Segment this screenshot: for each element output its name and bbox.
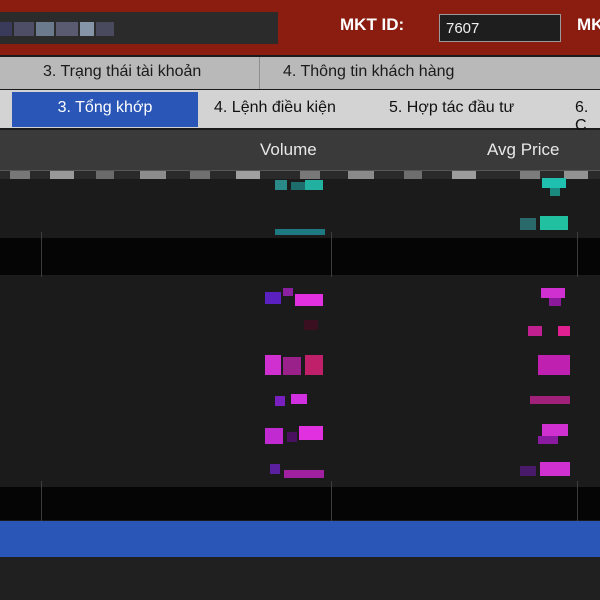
mkt-id-input[interactable] (439, 14, 561, 42)
tab-investment-cooperation[interactable]: 5. Hợp tác đầu tư (389, 99, 514, 117)
mkt-label-cutoff: MK (577, 15, 600, 34)
redacted-text (96, 22, 114, 36)
tab-total-matched-label: 3. Tổng khớp (57, 99, 153, 116)
column-header-volume[interactable]: Volume (260, 140, 317, 160)
volume-cell-redacted (300, 318, 322, 332)
table-row-empty (0, 238, 600, 275)
volume-cell-redacted (275, 394, 315, 408)
volume-cell-redacted (275, 180, 325, 192)
grid-line (577, 232, 578, 277)
redacted-text (36, 22, 54, 36)
volume-cell-redacted (270, 462, 326, 480)
volume-cell-redacted (265, 288, 325, 308)
avg-price-cell-redacted (520, 462, 572, 480)
volume-cell-redacted (265, 426, 325, 446)
avg-price-cell-redacted (520, 178, 570, 198)
tab-divider (259, 57, 260, 89)
avg-price-cell-redacted (520, 216, 570, 232)
avg-price-cell-redacted (528, 326, 572, 338)
grid-line (331, 232, 332, 277)
table-row-empty (0, 487, 600, 520)
table-row-selected[interactable] (0, 521, 600, 557)
mkt-id-label: MKT ID: (340, 15, 405, 34)
avg-price-cell-redacted (538, 424, 572, 446)
avg-price-cell-redacted (538, 355, 572, 377)
avg-price-cell-redacted (535, 288, 575, 308)
tab-account-status[interactable]: 3. Trạng thái tài khoản (43, 63, 201, 81)
volume-cell-redacted (275, 225, 325, 235)
column-header-avg-price[interactable]: Avg Price (487, 140, 559, 160)
redacted-text (0, 22, 12, 36)
redacted-text (14, 22, 34, 36)
table-footer (0, 557, 600, 600)
tab-customer-info[interactable]: 4. Thông tin khách hàng (283, 63, 454, 81)
grid-line (41, 232, 42, 277)
tab-conditional-orders[interactable]: 4. Lệnh điều kiện (214, 99, 336, 117)
redacted-text (80, 22, 94, 36)
redacted-text (56, 22, 78, 36)
avg-price-cell-redacted (530, 394, 572, 406)
redacted-row (0, 171, 600, 179)
volume-cell-redacted (265, 355, 325, 377)
